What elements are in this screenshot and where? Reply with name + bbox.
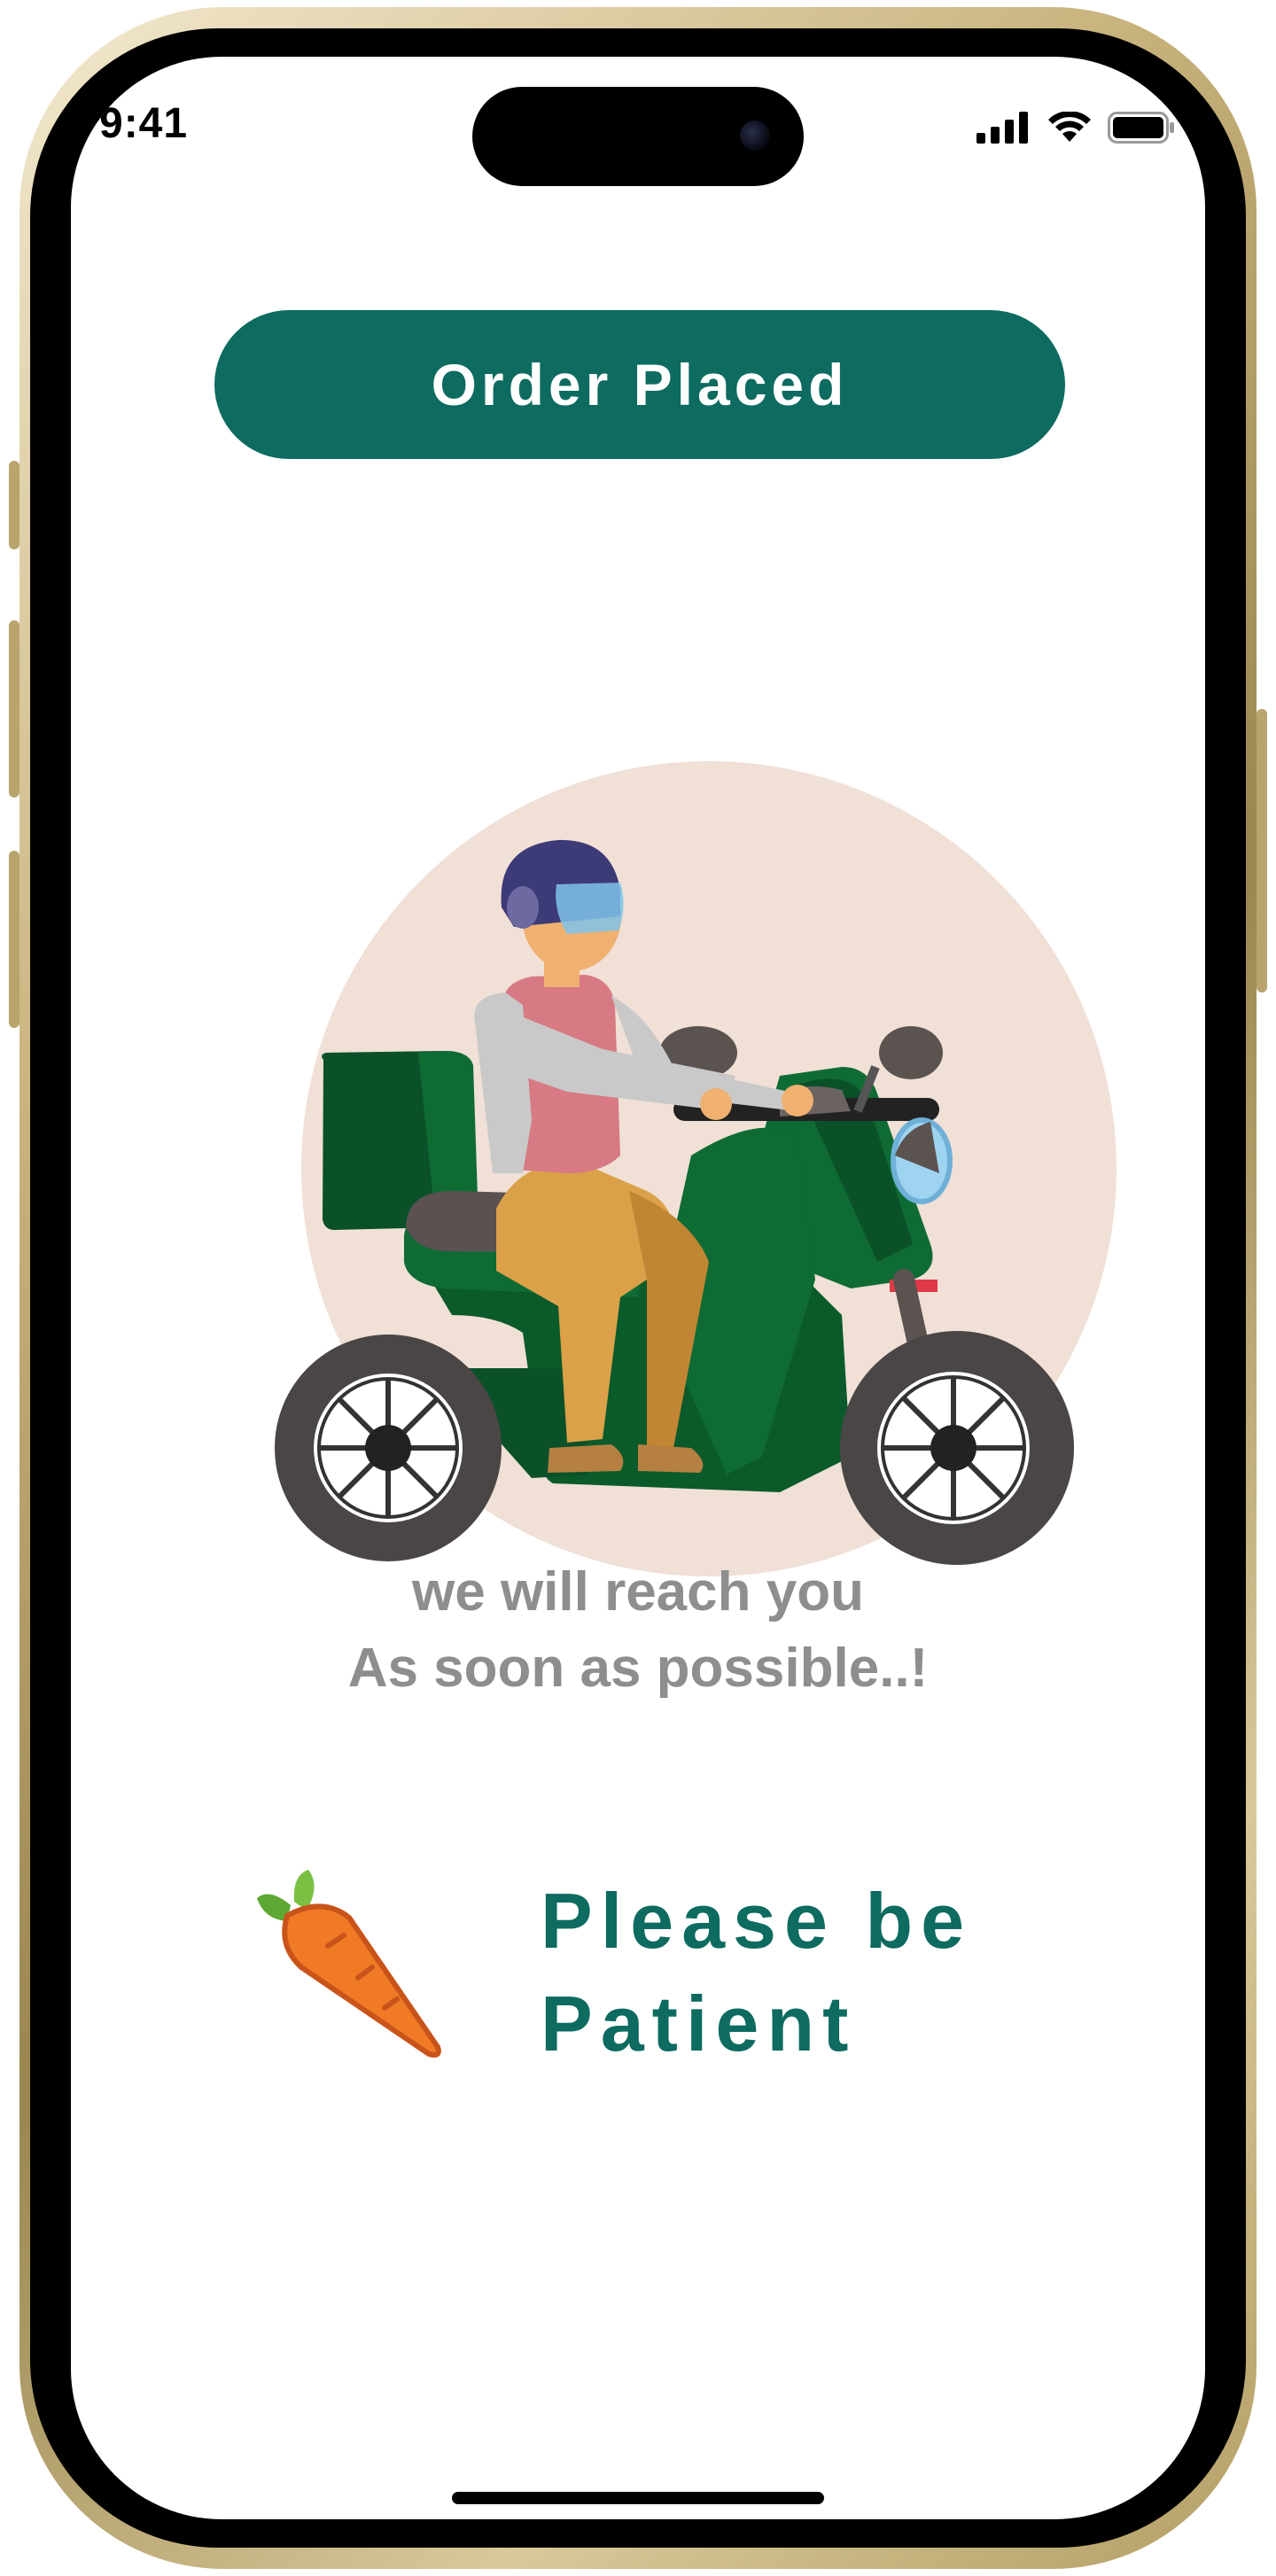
status-bar: 9:41 [71, 57, 1205, 186]
dynamic-island [472, 87, 804, 186]
patience-message: Please be Patient [541, 1870, 1161, 2075]
volume-up-button [9, 620, 19, 798]
status-icons [976, 112, 1175, 144]
carrot-icon [257, 1870, 441, 2058]
status-time: 9:41 [99, 100, 189, 147]
delivery-scooter-illustration [275, 761, 1116, 1576]
patience-line-1: Please be [541, 1877, 973, 1965]
order-placed-banner: Order Placed [214, 310, 1065, 459]
cellular-signal-icon [976, 112, 1028, 144]
power-button [1257, 709, 1267, 992]
battery-icon [1108, 112, 1174, 144]
message-line-1: we will reach you [412, 1561, 864, 1623]
rear-wheel-icon [275, 1335, 502, 1561]
home-indicator[interactable] [452, 2492, 824, 2504]
front-camera [740, 121, 770, 151]
volume-down-button [9, 851, 19, 1028]
delivery-message: we will reach you As soon as possible..! [71, 1554, 1205, 1707]
message-line-2: As soon as possible..! [347, 1638, 929, 1699]
front-wheel-icon [840, 1331, 1074, 1565]
wifi-icon [1048, 112, 1091, 142]
app-screen: 9:41 Order Placed we will reach you As s… [71, 57, 1205, 2519]
action-button [9, 461, 19, 549]
right-mirror-icon [879, 1026, 943, 1079]
patience-line-2: Patient [541, 1980, 857, 2067]
